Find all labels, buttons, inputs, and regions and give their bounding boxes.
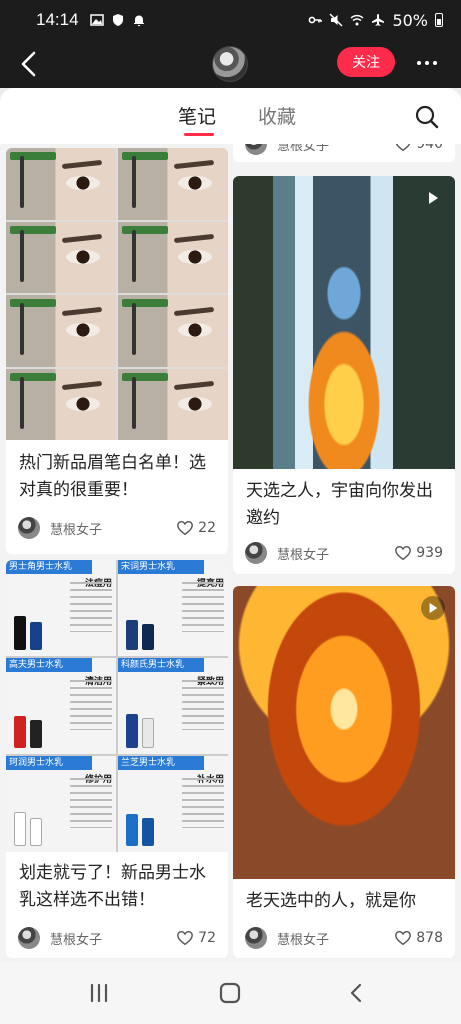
like-count[interactable]: 878 (394, 929, 443, 947)
note-title: 天选之人，宇宙向你发出邀约 (246, 481, 433, 528)
status-time: 14:14 (36, 10, 79, 29)
brand-tag (122, 225, 168, 234)
brand-tag (122, 152, 168, 160)
back-arrow-icon[interactable] (14, 48, 46, 80)
product-header: 高夫男士水乳 (6, 658, 92, 672)
brand-tag (122, 372, 168, 381)
note-title: 划走就亏了！新品男士水乳这样选不出错！ (19, 863, 206, 910)
system-nav-bar (0, 962, 461, 1024)
product-header: 珂润男士水乳 (6, 756, 92, 770)
brand-tag (10, 225, 56, 234)
wifi-icon (350, 14, 364, 26)
battery-icon (435, 13, 443, 27)
product-header: 宋词男士水乳 (118, 560, 204, 574)
video-indicator (421, 596, 445, 620)
brand-tag (10, 372, 56, 381)
shield-icon (112, 14, 123, 26)
note-title: 热门新品眉笔白名单！选对真的很重要！ (19, 453, 206, 500)
brand-tag (122, 299, 168, 307)
note-card[interactable]: 老天选中的人，就是你 慧根女子 878 (233, 586, 455, 958)
card-cover-brow-pencils (6, 148, 228, 440)
tab-notes[interactable]: 笔记 (178, 102, 216, 129)
content-panel: 笔记 收藏 慧根女子 940 热门新品眉笔白名单！选对真的很重要！ 慧根女子 2… (0, 88, 461, 962)
author-avatar (245, 927, 267, 949)
note-card[interactable]: 天选之人，宇宙向你发出邀约 慧根女子 939 (233, 176, 455, 574)
tab-bar: 笔记 收藏 (0, 88, 461, 144)
follow-button[interactable]: 关注 (337, 47, 395, 77)
bell-icon (133, 15, 144, 27)
product-header: 科颜氏男士水乳 (118, 658, 204, 672)
author-name: 慧根女子 (277, 547, 330, 563)
like-count[interactable]: 22 (176, 519, 216, 537)
brand-tag (10, 299, 56, 307)
like-count[interactable]: 939 (394, 544, 443, 562)
card-cover-golden-buddha (233, 586, 455, 879)
home-icon[interactable] (217, 980, 243, 1006)
search-icon[interactable] (414, 104, 440, 130)
card-cover-men-lotions: 男士角男士水乳法痘用 宋词男士水乳提亮用 高夫男士水乳清洁用 科颜氏男士水乳紧致… (6, 560, 228, 852)
mute-icon (329, 13, 343, 27)
like-count[interactable]: 72 (176, 929, 216, 947)
author-avatar (245, 542, 267, 564)
author-avatar (18, 517, 40, 539)
author-name: 慧根女子 (50, 932, 103, 948)
author-name: 慧根女子 (277, 932, 330, 948)
product-header: 男士角男士水乳 (6, 560, 92, 574)
author-avatar (18, 927, 40, 949)
card-cover-buddha-waterfall (233, 176, 455, 469)
heart-icon (177, 930, 194, 946)
profile-header: 关注 (0, 40, 461, 88)
author-name: 慧根女子 (50, 522, 103, 538)
play-icon (429, 602, 438, 614)
brand-tag (10, 152, 56, 160)
play-icon (429, 192, 438, 204)
recent-apps-icon[interactable] (86, 980, 112, 1006)
heart-icon (177, 520, 194, 536)
note-card[interactable]: 热门新品眉笔白名单！选对真的很重要！ 慧根女子 22 (6, 148, 228, 554)
gallery-icon (89, 14, 104, 26)
note-card[interactable]: 男士角男士水乳法痘用 宋词男士水乳提亮用 高夫男士水乳清洁用 科颜氏男士水乳紧致… (6, 560, 228, 958)
profile-avatar[interactable] (212, 46, 248, 82)
airplane-icon (372, 14, 385, 26)
more-options-icon[interactable] (410, 50, 444, 76)
product-header: 兰芝男士水乳 (118, 756, 204, 770)
note-title: 老天选中的人，就是你 (246, 891, 416, 911)
status-bar: 14:14 50% (0, 0, 461, 40)
active-tab-indicator (184, 133, 214, 136)
heart-icon (395, 545, 412, 561)
video-indicator (421, 186, 445, 210)
key-icon (309, 16, 323, 24)
back-icon[interactable] (344, 980, 370, 1006)
heart-icon (395, 930, 412, 946)
battery-percent: 50% (392, 10, 428, 30)
tab-collections[interactable]: 收藏 (258, 102, 296, 129)
